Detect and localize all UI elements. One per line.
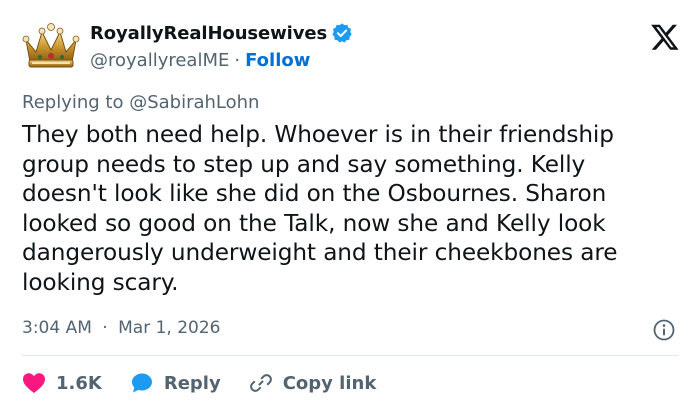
- heart-icon: [23, 373, 45, 393]
- avatar[interactable]: [20, 18, 82, 72]
- replying-mention[interactable]: @SabirahLohn: [129, 92, 259, 113]
- tweet-time: 3:04 AM: [22, 318, 92, 338]
- reply-label: Reply: [163, 372, 221, 394]
- separator-dot: ·: [234, 49, 241, 71]
- verified-badge-icon: [331, 22, 353, 44]
- tweet-header: RoyallyRealHousewives @royallyrealME · F…: [20, 14, 680, 74]
- info-icon[interactable]: [652, 318, 676, 342]
- separator-dot: ·: [102, 318, 108, 338]
- reply-button[interactable]: Reply: [130, 371, 221, 395]
- replying-prefix: Replying to: [22, 92, 130, 113]
- like-count: 1.6K: [56, 372, 102, 394]
- action-bar: 1.6K Reply Copy link: [22, 368, 404, 398]
- copy-link-label: Copy link: [282, 372, 377, 394]
- like-button[interactable]: 1.6K: [22, 372, 102, 394]
- reply-bubble-icon: [131, 373, 152, 393]
- user-handle[interactable]: @royallyrealME: [90, 50, 229, 71]
- x-logo-icon[interactable]: [650, 22, 680, 52]
- follow-button[interactable]: Follow: [245, 50, 310, 71]
- replying-to: Replying to @SabirahLohn: [22, 92, 259, 113]
- display-name[interactable]: RoyallyRealHousewives: [90, 23, 327, 44]
- tweet-text: They both need help. Whoever is in their…: [22, 121, 618, 296]
- copy-link-button[interactable]: Copy link: [249, 371, 377, 395]
- crown-avatar-icon: [22, 23, 80, 68]
- tweet-timestamp[interactable]: 3:04 AM · Mar 1, 2026: [22, 318, 220, 338]
- tweet-date: Mar 1, 2026: [118, 318, 221, 338]
- user-info: RoyallyRealHousewives @royallyrealME · F…: [90, 20, 353, 72]
- link-icon: [249, 374, 272, 392]
- divider: [22, 355, 678, 356]
